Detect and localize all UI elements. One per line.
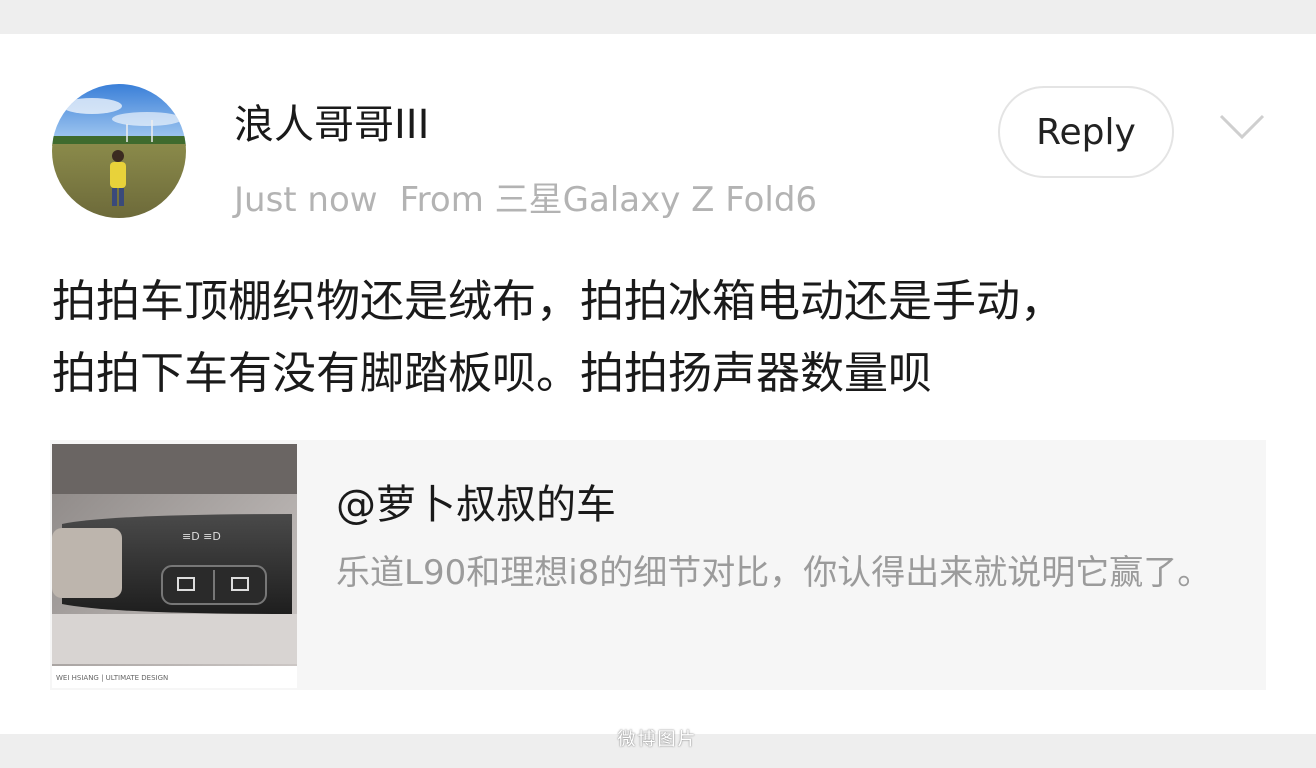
quoted-thumbnail[interactable]: ≡D ≡D WEI HSIANG | ULTIMATE DESIGN: [52, 444, 297, 688]
user-avatar[interactable]: [52, 84, 186, 218]
quoted-description: 乐道L90和理想i8的细节对比，你认得出来就说明它赢了。: [336, 553, 1212, 593]
chevron-down-icon[interactable]: [1218, 112, 1266, 142]
username[interactable]: 浪人哥哥III: [234, 92, 429, 150]
quoted-author[interactable]: @萝卜叔叔的车: [336, 472, 616, 530]
svg-text:WEI HSIANG | ULTIMATE DESIGN: WEI HSIANG | ULTIMATE DESIGN: [56, 674, 168, 682]
top-divider-band: [0, 0, 1316, 34]
svg-text:≡D ≡D: ≡D ≡D: [182, 530, 221, 543]
post-body: 拍拍车顶棚织物还是绒布，拍拍冰箱电动还是手动， 拍拍下车有没有脚踏板呗。拍拍扬声…: [52, 266, 1272, 410]
post-body-line: 拍拍下车有没有脚踏板呗。拍拍扬声器数量呗: [52, 348, 932, 399]
watermark: 微博图片: [617, 729, 698, 750]
reply-button[interactable]: Reply: [998, 86, 1174, 178]
post-source: From 三星Galaxy Z Fold6: [399, 180, 818, 220]
post-time: Just now: [234, 180, 378, 220]
post-body-line: 拍拍车顶棚织物还是绒布，拍拍冰箱电动还是手动，: [52, 276, 1064, 327]
post-meta: Just now From 三星Galaxy Z Fold6: [234, 172, 817, 221]
